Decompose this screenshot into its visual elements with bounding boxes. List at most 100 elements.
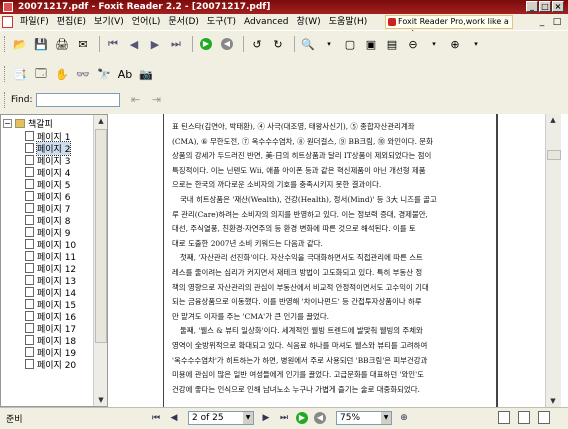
zoom-out-dropdown-icon[interactable]: ▾	[425, 35, 443, 53]
actual-size-icon[interactable]: ▢	[341, 35, 359, 53]
find-input[interactable]	[36, 92, 121, 107]
page-icon	[25, 287, 34, 297]
zoom-dropdown-icon[interactable]: ▾	[320, 35, 338, 53]
bookmark-item[interactable]: 페이지 5	[25, 178, 76, 191]
next-page-icon[interactable]: ▶	[146, 35, 164, 53]
document-scrollbar[interactable]: ▲ ▼	[545, 114, 561, 407]
bookmark-item[interactable]: 페이지 10	[25, 238, 76, 251]
go-back-icon[interactable]: ◀	[312, 411, 328, 425]
previous-page-icon[interactable]: ◀	[166, 411, 182, 425]
bookmark-item[interactable]: 페이지 13	[25, 274, 76, 287]
document-text-line: (CMA), ⑥ 무한도전, ⑦ 옥수수수염차, ⑧ 원더걸스, ⑨ BB크림,…	[172, 136, 433, 146]
zoom-field[interactable]: 75% ▼	[336, 411, 392, 425]
maximize-button[interactable]: □	[539, 1, 551, 12]
bookmark-item[interactable]: 페이지 14	[25, 286, 76, 299]
zoom-plus-dropdown-icon[interactable]: ▾	[467, 35, 485, 53]
document-icon[interactable]	[2, 16, 13, 28]
next-page-icon[interactable]: ▶	[258, 411, 274, 425]
select-text-icon[interactable]: Ab	[116, 65, 134, 83]
fit-width-icon[interactable]: ▤	[383, 35, 401, 53]
email-icon[interactable]: ✉	[74, 35, 92, 53]
bookmark-item[interactable]: 페이지 15	[25, 298, 76, 311]
scrollbar-thumb[interactable]	[95, 129, 107, 343]
menu-help[interactable]: 도움말(H)	[325, 14, 372, 30]
bookmark-root[interactable]: − 책갈피	[3, 117, 76, 130]
document-view[interactable]: 표 틴스타(김연아, 박태환), ④ 사극(대조영, 태왕사신기), ⑤ 종합자…	[109, 114, 537, 407]
menu-advanced[interactable]: Advanced	[240, 14, 292, 30]
bookmark-item[interactable]: 페이지 18	[25, 334, 76, 347]
menu-document[interactable]: 문서(D)	[164, 14, 203, 30]
thumbnail-icon[interactable]: 🗔	[32, 65, 50, 83]
bookmark-item[interactable]: 페이지 11	[25, 250, 76, 263]
open-icon[interactable]: 📂	[11, 35, 29, 53]
hand-tool-icon[interactable]: ✋	[53, 65, 71, 83]
menu-file[interactable]: 파일(F)	[16, 14, 53, 30]
go-forward-icon[interactable]: ▶	[197, 35, 215, 53]
bookmark-item[interactable]: 페이지 17	[25, 322, 76, 335]
chevron-down-icon[interactable]: ▼	[243, 412, 253, 424]
scroll-up-icon[interactable]: ▲	[95, 115, 107, 127]
bookmark-panel-icon[interactable]: 📑	[11, 65, 29, 83]
collapse-icon[interactable]: −	[3, 119, 12, 128]
last-page-icon[interactable]: ⏭	[167, 35, 185, 53]
previous-page-icon[interactable]: ◀	[125, 35, 143, 53]
bookmark-item[interactable]: 페이지 12	[25, 262, 76, 275]
facing-page-icon[interactable]	[538, 411, 550, 424]
print-icon[interactable]: 🖨	[53, 35, 71, 53]
menu-view[interactable]: 보기(V)	[90, 14, 128, 30]
chevron-down-icon[interactable]: ▼	[381, 412, 391, 424]
first-page-icon[interactable]: ⏮	[104, 35, 122, 53]
zoom-out-icon[interactable]: ⊖	[404, 35, 422, 53]
doc-restore-button[interactable]: □	[550, 16, 564, 28]
scroll-up-icon[interactable]: ▲	[547, 114, 559, 126]
minimize-button[interactable]: _	[526, 1, 538, 12]
single-page-icon[interactable]	[498, 411, 510, 424]
snapshot-icon[interactable]: 📷	[137, 65, 155, 83]
bookmark-item[interactable]: 페이지 7	[25, 202, 76, 215]
bookmark-item[interactable]: 페이지 9	[25, 226, 76, 239]
rotate-right-icon[interactable]: ↻	[269, 35, 287, 53]
scroll-down-icon[interactable]: ▼	[547, 395, 559, 407]
menu-window[interactable]: 창(W)	[292, 14, 324, 30]
find-text-icon[interactable]: 🔭	[95, 65, 113, 83]
page-icon	[25, 203, 34, 213]
menu-language[interactable]: 언어(L)	[128, 14, 165, 30]
scroll-down-icon[interactable]: ▼	[95, 394, 107, 406]
promo-banner[interactable]: Foxit Reader Pro,work like a pro!	[385, 15, 513, 38]
bookmark-item[interactable]: 페이지 4	[25, 166, 76, 179]
fit-page-icon[interactable]: ▣	[362, 35, 380, 53]
zoom-in-icon[interactable]: ⊕	[396, 411, 412, 425]
bookmark-scrollbar[interactable]: ▲ ▼	[93, 115, 107, 406]
last-page-icon[interactable]: ⏭	[276, 411, 292, 425]
find-previous-icon[interactable]: ⇤	[126, 91, 144, 109]
zoom-in-icon[interactable]: 🔍	[299, 35, 317, 53]
save-icon[interactable]: 💾	[32, 35, 50, 53]
go-forward-icon[interactable]: ▶	[294, 411, 310, 425]
continuous-page-icon[interactable]	[518, 411, 530, 424]
bookmark-item[interactable]: 페이지 16	[25, 310, 76, 323]
menu-tools[interactable]: 도구(T)	[203, 14, 240, 30]
go-back-icon[interactable]: ◀	[218, 35, 236, 53]
bookmark-item[interactable]: 페이지 20	[25, 358, 76, 371]
bookmark-item[interactable]: 페이지 6	[25, 190, 76, 203]
first-page-icon[interactable]: ⏮	[148, 411, 164, 425]
bookmark-item[interactable]: 페이지 19	[25, 346, 76, 359]
menu-edit[interactable]: 편집(E)	[53, 14, 90, 30]
bookmark-item[interactable]: 페이지 3	[25, 154, 76, 167]
glasses-icon[interactable]: 👓	[74, 65, 92, 83]
rotate-left-icon[interactable]: ↺	[248, 35, 266, 53]
close-button[interactable]: ×	[552, 1, 564, 12]
page-number-field[interactable]: 2 of 25 ▼	[188, 411, 254, 425]
zoom-plus-icon[interactable]: ⊕	[446, 35, 464, 53]
bookmark-item[interactable]: 페이지 1	[25, 130, 76, 143]
page-icon	[25, 275, 34, 285]
bookmark-item[interactable]: 페이지 8	[25, 214, 76, 227]
zoom-value: 75%	[340, 413, 361, 423]
page-icon	[25, 227, 34, 237]
pdf-page[interactable]: 표 틴스타(김연아, 박태환), ④ 사극(대조영, 태왕사신기), ⑤ 종합자…	[163, 114, 498, 407]
scrollbar-thumb[interactable]	[547, 150, 561, 160]
find-next-icon[interactable]: ⇥	[147, 91, 165, 109]
doc-minimize-button[interactable]: _	[535, 16, 549, 28]
bookmark-item[interactable]: 페이지 2	[25, 140, 76, 156]
page-icon	[25, 155, 34, 165]
